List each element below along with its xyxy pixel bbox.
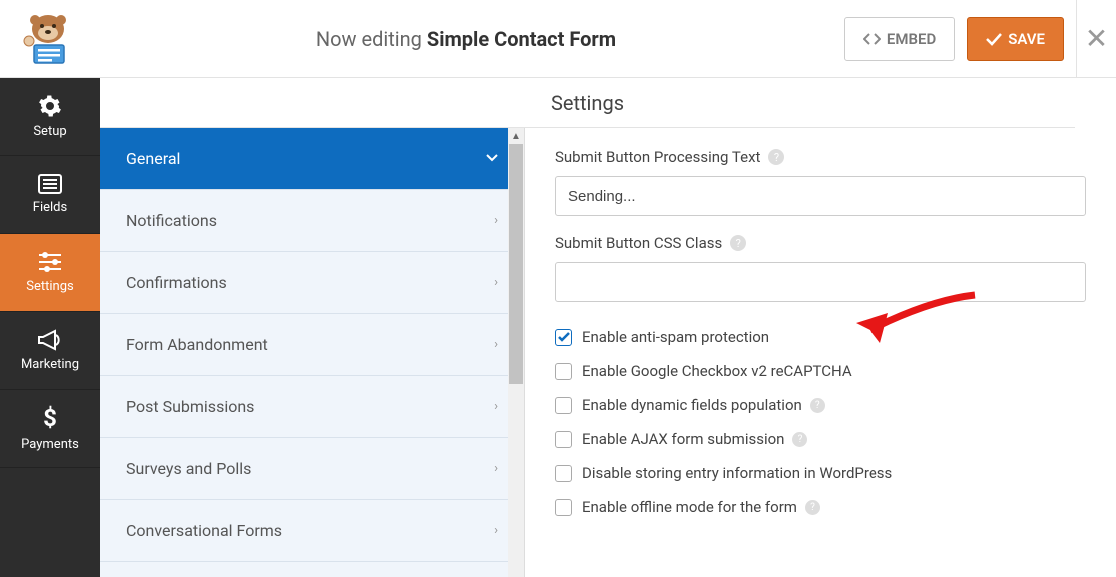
vertical-tabs: Setup Fields Settings Marketing $ Paymen… xyxy=(0,78,100,577)
checkbox-antispam[interactable]: Enable anti-spam protection xyxy=(555,328,1086,346)
sub-label: Post Submissions xyxy=(126,397,254,416)
sub-post-submissions[interactable]: Post Submissions › xyxy=(100,376,524,438)
tab-settings[interactable]: Settings xyxy=(0,234,100,312)
tab-payments[interactable]: $ Payments xyxy=(0,390,100,468)
css-class-input[interactable] xyxy=(555,262,1086,302)
tab-label: Marketing xyxy=(21,357,79,372)
settings-content: Submit Button Processing Text ? Submit B… xyxy=(525,128,1116,577)
help-icon[interactable]: ? xyxy=(805,500,820,515)
chevron-right-icon: › xyxy=(494,461,498,476)
sub-form-abandonment[interactable]: Form Abandonment › xyxy=(100,314,524,376)
scroll-thumb[interactable] xyxy=(509,144,523,384)
help-icon[interactable]: ? xyxy=(768,149,784,165)
scrollbar[interactable]: ▲ xyxy=(508,128,524,577)
close-icon[interactable]: ✕ xyxy=(1076,0,1116,78)
sub-label: Form Abandonment xyxy=(126,335,268,354)
logo xyxy=(8,9,88,69)
tab-label: Setup xyxy=(33,124,66,139)
checkbox-icon xyxy=(555,363,572,380)
help-icon[interactable]: ? xyxy=(810,398,825,413)
checkbox-dynamic-fields[interactable]: Enable dynamic fields population ? xyxy=(555,396,1086,414)
checkbox-label: Enable Google Checkbox v2 reCAPTCHA xyxy=(582,362,852,380)
checkbox-icon xyxy=(555,397,572,414)
tab-label: Payments xyxy=(21,437,79,452)
checkbox-label: Enable offline mode for the form xyxy=(582,498,797,516)
checkbox-label: Enable AJAX form submission xyxy=(582,430,784,448)
tab-label: Settings xyxy=(26,279,73,294)
checkbox-recaptcha[interactable]: Enable Google Checkbox v2 reCAPTCHA xyxy=(555,362,1086,380)
checkbox-label: Enable dynamic fields population xyxy=(582,396,802,414)
sub-label: Notifications xyxy=(126,211,217,230)
sub-surveys-polls[interactable]: Surveys and Polls › xyxy=(100,438,524,500)
sub-label: Conversational Forms xyxy=(126,521,282,540)
scroll-up-icon[interactable]: ▲ xyxy=(509,129,523,143)
sub-conversational-forms[interactable]: Conversational Forms › xyxy=(100,500,524,562)
chevron-right-icon: › xyxy=(494,399,498,414)
save-button[interactable]: SAVE xyxy=(967,17,1064,61)
editing-title: Now editing Simple Contact Form xyxy=(88,27,844,51)
help-icon[interactable]: ? xyxy=(792,432,807,447)
tab-marketing[interactable]: Marketing xyxy=(0,312,100,390)
processing-text-input[interactable] xyxy=(555,176,1086,216)
help-icon[interactable]: ? xyxy=(730,235,746,251)
embed-button[interactable]: EMBED xyxy=(844,17,955,61)
checkbox-label: Enable anti-spam protection xyxy=(582,328,769,346)
checkbox-offline[interactable]: Enable offline mode for the form ? xyxy=(555,498,1086,516)
sub-notifications[interactable]: Notifications › xyxy=(100,190,524,252)
panel-title: Settings xyxy=(100,78,1075,128)
chevron-right-icon: › xyxy=(494,275,498,290)
sub-label: Surveys and Polls xyxy=(126,459,251,478)
checkbox-icon xyxy=(555,431,572,448)
checkbox-icon xyxy=(555,499,572,516)
chevron-right-icon: › xyxy=(494,337,498,352)
checkbox-disable-storing[interactable]: Disable storing entry information in Wor… xyxy=(555,464,1086,482)
sub-general[interactable]: General xyxy=(100,128,524,190)
checkbox-label: Disable storing entry information in Wor… xyxy=(582,464,892,482)
css-class-label: Submit Button CSS Class ? xyxy=(555,234,1086,252)
top-bar: Now editing Simple Contact Form EMBED SA… xyxy=(0,0,1116,78)
tab-fields[interactable]: Fields xyxy=(0,156,100,234)
sub-label: General xyxy=(126,149,180,168)
chevron-down-icon xyxy=(486,151,498,166)
sub-label: Confirmations xyxy=(126,273,227,292)
sub-confirmations[interactable]: Confirmations › xyxy=(100,252,524,314)
chevron-right-icon: › xyxy=(494,213,498,228)
processing-text-label: Submit Button Processing Text ? xyxy=(555,148,1086,166)
checkbox-ajax[interactable]: Enable AJAX form submission ? xyxy=(555,430,1086,448)
tab-label: Fields xyxy=(33,200,67,215)
checkbox-icon xyxy=(555,465,572,482)
checkbox-icon xyxy=(555,329,572,346)
svg-text:$: $ xyxy=(43,405,57,431)
settings-subpanel: Settings General Notifications › Confirm… xyxy=(100,78,525,577)
tab-setup[interactable]: Setup xyxy=(0,78,100,156)
chevron-right-icon: › xyxy=(494,523,498,538)
